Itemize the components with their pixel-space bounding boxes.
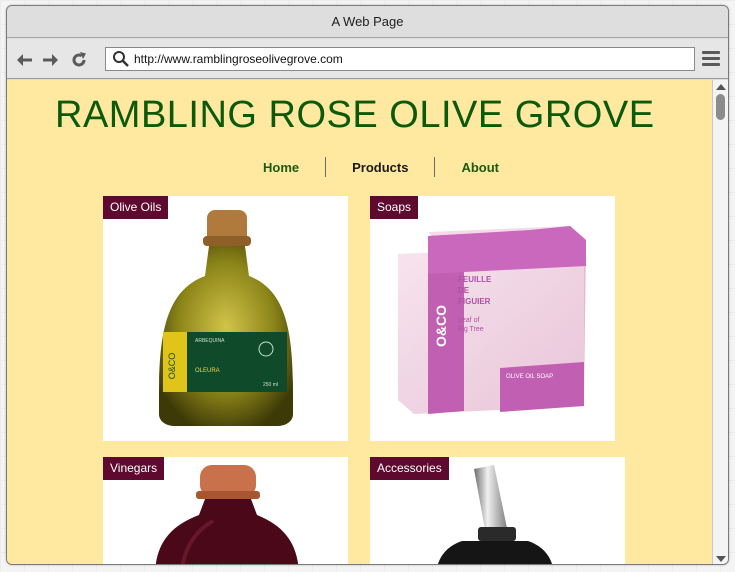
scroll-up-arrow-icon[interactable] xyxy=(716,84,726,90)
site-title: RAMBLING ROSE OLIVE GROVE xyxy=(55,94,655,136)
page-viewport: RAMBLING ROSE OLIVE GROVE Home Products … xyxy=(7,80,712,564)
scroll-down-arrow-icon[interactable] xyxy=(716,556,726,562)
soap-label-text: Leaf of xyxy=(458,317,479,324)
scroll-thumb[interactable] xyxy=(716,94,725,120)
address-bar[interactable]: http://www.ramblingroseolivegrove.com xyxy=(105,47,695,71)
bottle-brand-text: O&CO xyxy=(167,353,177,380)
nav-products[interactable]: Products xyxy=(326,160,434,175)
product-tag-olive-oils[interactable]: Olive Oils xyxy=(103,196,169,219)
nav-home[interactable]: Home xyxy=(237,160,325,175)
soap-box-image: O&CO FEUILLE DE FIGUIER Leaf of Fig Tree… xyxy=(398,226,586,414)
search-icon xyxy=(110,48,132,70)
browser-window: A Web Page http://www.ramblingroseoliveg… xyxy=(6,5,729,565)
soap-label-text: FIGUIER xyxy=(458,297,491,306)
forward-arrow-icon[interactable] xyxy=(40,50,62,70)
product-card-soaps[interactable]: O&CO FEUILLE DE FIGUIER Leaf of Fig Tree… xyxy=(370,196,615,441)
product-tag-vinegars[interactable]: Vinegars xyxy=(103,457,165,480)
bottle-label-text: ARBEQUINA xyxy=(195,338,225,344)
product-card-vinegars[interactable]: Vinegars xyxy=(103,457,348,564)
bottle-label-text: OLEURA xyxy=(195,368,220,374)
product-tag-accessories[interactable]: Accessories xyxy=(370,457,449,480)
product-card-olive-oils[interactable]: O&CO ARBEQUINA OLEURA 250 ml Olive Oils xyxy=(103,196,348,441)
vertical-scrollbar[interactable] xyxy=(712,80,728,564)
reload-icon[interactable] xyxy=(69,50,91,70)
hamburger-menu-icon[interactable] xyxy=(702,51,720,67)
nav-about[interactable]: About xyxy=(435,160,525,175)
site-nav: Home Products About xyxy=(237,152,525,182)
soap-label-text: FEUILLE xyxy=(458,275,492,284)
product-tag-soaps[interactable]: Soaps xyxy=(370,196,419,219)
window-titlebar: A Web Page xyxy=(7,6,728,38)
olive-oil-bottle-image: O&CO ARBEQUINA OLEURA 250 ml xyxy=(159,210,293,426)
product-card-accessories[interactable]: Accessories xyxy=(370,457,625,564)
url-text[interactable]: http://www.ramblingroseolivegrove.com xyxy=(134,52,343,66)
soap-label-text: Fig Tree xyxy=(458,326,484,333)
soap-brand-text: O&CO xyxy=(433,305,449,347)
soap-label-text: DE xyxy=(458,286,470,295)
bottle-label-text: 250 ml xyxy=(263,382,278,388)
browser-toolbar: http://www.ramblingroseolivegrove.com xyxy=(7,39,728,79)
window-title: A Web Page xyxy=(331,14,404,29)
soap-label-text: OLIVE OIL SOAP xyxy=(506,374,553,380)
back-arrow-icon[interactable] xyxy=(15,50,37,70)
